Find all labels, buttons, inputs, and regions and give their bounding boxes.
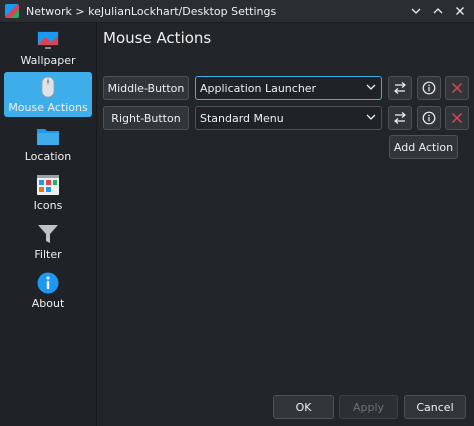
add-action-button[interactable]: Add Action (389, 135, 458, 159)
title-bar: Network > keJulianLockhart/Desktop Setti… (0, 0, 474, 23)
sidebar-item-about[interactable]: About (4, 268, 92, 313)
close-window-button[interactable] (452, 3, 468, 19)
configure-button-middle[interactable] (388, 76, 412, 100)
page-title: Mouse Actions (103, 29, 212, 47)
sidebar-item-mouse-actions[interactable]: Mouse Actions (4, 72, 92, 117)
plugin-select-right[interactable]: Standard Menu (195, 106, 382, 130)
sidebar-item-label: Location (24, 150, 72, 163)
trigger-button-middle[interactable]: Middle-Button (103, 76, 189, 100)
sidebar-item-label: About (31, 297, 65, 310)
icons-view-icon (37, 175, 59, 195)
delete-icon (451, 112, 463, 124)
sidebar-item-filter[interactable]: Filter (4, 219, 92, 264)
delete-icon (451, 82, 463, 94)
sidebar-item-icons[interactable]: Icons (4, 170, 92, 215)
minimize-button[interactable] (408, 3, 424, 19)
sidebar: Wallpaper Mouse Actions Location Icons F… (0, 23, 97, 426)
info-icon (422, 81, 436, 95)
about-plugin-button-middle[interactable] (417, 76, 441, 100)
configure-icon (394, 112, 406, 124)
sidebar-item-label: Icons (33, 199, 63, 212)
filter-icon (38, 225, 58, 243)
configure-button-right[interactable] (388, 106, 412, 130)
sidebar-item-label: Wallpaper (20, 54, 76, 67)
chevron-up-icon (433, 8, 443, 14)
wallpaper-icon (37, 31, 59, 49)
ok-button[interactable]: OK (273, 395, 334, 419)
mouse-icon (41, 76, 55, 98)
apply-button[interactable]: Apply (339, 395, 398, 419)
info-icon (37, 272, 59, 294)
info-icon (422, 111, 436, 125)
sidebar-item-label: Filter (34, 248, 62, 261)
sidebar-item-label: Mouse Actions (8, 101, 88, 114)
configure-icon (394, 82, 406, 94)
chevron-down-icon (366, 114, 376, 120)
maximize-button[interactable] (430, 3, 446, 19)
chevron-down-icon (411, 8, 421, 14)
plugin-select-middle[interactable]: Application Launcher (195, 76, 382, 100)
cancel-button[interactable]: Cancel (404, 395, 466, 419)
sidebar-item-location[interactable]: Location (4, 121, 92, 166)
app-icon (5, 4, 19, 18)
chevron-down-icon (366, 84, 376, 90)
window-title: Network > keJulianLockhart/Desktop Setti… (26, 4, 277, 18)
close-icon (456, 7, 464, 15)
remove-action-button-right[interactable] (445, 106, 469, 130)
sidebar-item-wallpaper[interactable]: Wallpaper (4, 25, 92, 70)
about-plugin-button-right[interactable] (417, 106, 441, 130)
plugin-select-value: Standard Menu (200, 111, 284, 125)
mouse-actions-panel: Mouse Actions Middle-Button Application … (97, 23, 474, 426)
plugin-select-value: Application Launcher (200, 81, 317, 95)
trigger-button-right[interactable]: Right-Button (103, 106, 189, 130)
folder-icon (37, 129, 59, 145)
remove-action-button-middle[interactable] (445, 76, 469, 100)
